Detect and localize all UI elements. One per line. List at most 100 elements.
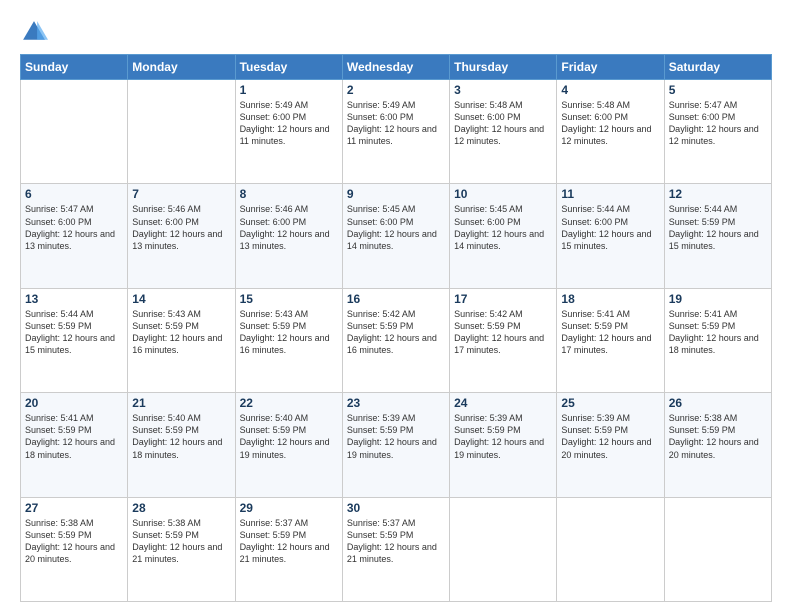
day-number: 8 [240, 187, 338, 201]
day-number: 13 [25, 292, 123, 306]
day-number: 26 [669, 396, 767, 410]
day-number: 28 [132, 501, 230, 515]
calendar-cell: 19 Sunrise: 5:41 AMSunset: 5:59 PMDayligh… [664, 288, 771, 392]
day-number: 1 [240, 83, 338, 97]
weekday-header-row: SundayMondayTuesdayWednesdayThursdayFrid… [21, 55, 772, 80]
day-number: 11 [561, 187, 659, 201]
weekday-header-thursday: Thursday [450, 55, 557, 80]
day-info: Sunrise: 5:43 AMSunset: 5:59 PMDaylight:… [240, 308, 338, 357]
calendar-cell: 30 Sunrise: 5:37 AMSunset: 5:59 PMDayligh… [342, 497, 449, 601]
day-number: 25 [561, 396, 659, 410]
day-number: 5 [669, 83, 767, 97]
calendar-cell: 6Sunrise: 5:47 AMSunset: 6:00 PMDaylight… [21, 184, 128, 288]
day-info: Sunrise: 5:40 AMSunset: 5:59 PMDaylight:… [240, 412, 338, 461]
day-number: 16 [347, 292, 445, 306]
header [20, 18, 772, 46]
day-info: Sunrise: 5:37 AMSunset: 5:59 PMDaylight:… [347, 517, 445, 566]
calendar-cell: 16 Sunrise: 5:42 AMSunset: 5:59 PMDayligh… [342, 288, 449, 392]
day-number: 20 [25, 396, 123, 410]
day-number: 6 [25, 187, 123, 201]
day-info: Sunrise: 5:38 AMSunset: 5:59 PMDaylight:… [25, 517, 123, 566]
day-info: Sunrise: 5:43 AMSunset: 5:59 PMDaylight:… [132, 308, 230, 357]
day-info: Sunrise: 5:44 AMSunset: 5:59 PMDaylight:… [669, 203, 767, 252]
calendar-week-0: 1 Sunrise: 5:49 AMSunset: 6:00 PMDaylight… [21, 80, 772, 184]
calendar-cell: 12 Sunrise: 5:44 AMSunset: 5:59 PMDayligh… [664, 184, 771, 288]
weekday-header-wednesday: Wednesday [342, 55, 449, 80]
calendar-cell: 3 Sunrise: 5:48 AMSunset: 6:00 PMDaylight… [450, 80, 557, 184]
day-info: Sunrise: 5:41 AMSunset: 5:59 PMDaylight:… [561, 308, 659, 357]
page: SundayMondayTuesdayWednesdayThursdayFrid… [0, 0, 792, 612]
calendar-cell: 5 Sunrise: 5:47 AMSunset: 6:00 PMDaylight… [664, 80, 771, 184]
day-number: 15 [240, 292, 338, 306]
calendar-cell: 8 Sunrise: 5:46 AMSunset: 6:00 PMDaylight… [235, 184, 342, 288]
day-number: 4 [561, 83, 659, 97]
calendar-cell: 29 Sunrise: 5:37 AMSunset: 5:59 PMDayligh… [235, 497, 342, 601]
day-info: Sunrise: 5:48 AMSunset: 6:00 PMDaylight:… [561, 99, 659, 148]
day-info: Sunrise: 5:37 AMSunset: 5:59 PMDaylight:… [240, 517, 338, 566]
calendar-cell: 1 Sunrise: 5:49 AMSunset: 6:00 PMDaylight… [235, 80, 342, 184]
day-info: Sunrise: 5:38 AMSunset: 5:59 PMDaylight:… [669, 412, 767, 461]
calendar-cell: 23 Sunrise: 5:39 AMSunset: 5:59 PMDayligh… [342, 393, 449, 497]
day-info: Sunrise: 5:39 AMSunset: 5:59 PMDaylight:… [347, 412, 445, 461]
day-number: 22 [240, 396, 338, 410]
calendar-cell [21, 80, 128, 184]
calendar-cell [664, 497, 771, 601]
day-info: Sunrise: 5:40 AMSunset: 5:59 PMDaylight:… [132, 412, 230, 461]
day-info: Sunrise: 5:39 AMSunset: 5:59 PMDaylight:… [454, 412, 552, 461]
day-info: Sunrise: 5:46 AMSunset: 6:00 PMDaylight:… [240, 203, 338, 252]
calendar-cell: 25 Sunrise: 5:39 AMSunset: 5:59 PMDayligh… [557, 393, 664, 497]
calendar-cell [450, 497, 557, 601]
day-info: Sunrise: 5:49 AMSunset: 6:00 PMDaylight:… [347, 99, 445, 148]
day-number: 12 [669, 187, 767, 201]
day-info: Sunrise: 5:45 AMSunset: 6:00 PMDaylight:… [454, 203, 552, 252]
day-info: Sunrise: 5:42 AMSunset: 5:59 PMDaylight:… [454, 308, 552, 357]
day-number: 17 [454, 292, 552, 306]
calendar-cell: 27 Sunrise: 5:38 AMSunset: 5:59 PMDayligh… [21, 497, 128, 601]
calendar-cell: 21 Sunrise: 5:40 AMSunset: 5:59 PMDayligh… [128, 393, 235, 497]
calendar-table: SundayMondayTuesdayWednesdayThursdayFrid… [20, 54, 772, 602]
calendar-cell [128, 80, 235, 184]
calendar-week-1: 6Sunrise: 5:47 AMSunset: 6:00 PMDaylight… [21, 184, 772, 288]
calendar-cell: 4 Sunrise: 5:48 AMSunset: 6:00 PMDaylight… [557, 80, 664, 184]
day-number: 3 [454, 83, 552, 97]
calendar-cell: 14 Sunrise: 5:43 AMSunset: 5:59 PMDayligh… [128, 288, 235, 392]
calendar-cell: 2 Sunrise: 5:49 AMSunset: 6:00 PMDaylight… [342, 80, 449, 184]
logo-icon [20, 18, 48, 46]
day-number: 2 [347, 83, 445, 97]
calendar-cell: 9Sunrise: 5:45 AMSunset: 6:00 PMDaylight… [342, 184, 449, 288]
day-info: Sunrise: 5:39 AMSunset: 5:59 PMDaylight:… [561, 412, 659, 461]
day-number: 23 [347, 396, 445, 410]
calendar-cell: 17 Sunrise: 5:42 AMSunset: 5:59 PMDayligh… [450, 288, 557, 392]
day-info: Sunrise: 5:41 AMSunset: 5:59 PMDaylight:… [669, 308, 767, 357]
calendar-cell: 7Sunrise: 5:46 AMSunset: 6:00 PMDaylight… [128, 184, 235, 288]
weekday-header-friday: Friday [557, 55, 664, 80]
day-number: 21 [132, 396, 230, 410]
day-info: Sunrise: 5:46 AMSunset: 6:00 PMDaylight:… [132, 203, 230, 252]
calendar-cell: 20 Sunrise: 5:41 AMSunset: 5:59 PMDayligh… [21, 393, 128, 497]
calendar-cell: 13 Sunrise: 5:44 AMSunset: 5:59 PMDayligh… [21, 288, 128, 392]
day-info: Sunrise: 5:38 AMSunset: 5:59 PMDaylight:… [132, 517, 230, 566]
day-number: 19 [669, 292, 767, 306]
calendar-week-2: 13 Sunrise: 5:44 AMSunset: 5:59 PMDayligh… [21, 288, 772, 392]
day-number: 27 [25, 501, 123, 515]
calendar-cell: 15 Sunrise: 5:43 AMSunset: 5:59 PMDayligh… [235, 288, 342, 392]
calendar-cell: 10 Sunrise: 5:45 AMSunset: 6:00 PMDayligh… [450, 184, 557, 288]
day-info: Sunrise: 5:49 AMSunset: 6:00 PMDaylight:… [240, 99, 338, 148]
calendar-cell: 24 Sunrise: 5:39 AMSunset: 5:59 PMDayligh… [450, 393, 557, 497]
weekday-header-monday: Monday [128, 55, 235, 80]
day-number: 30 [347, 501, 445, 515]
day-info: Sunrise: 5:41 AMSunset: 5:59 PMDaylight:… [25, 412, 123, 461]
day-number: 10 [454, 187, 552, 201]
calendar-cell: 28 Sunrise: 5:38 AMSunset: 5:59 PMDayligh… [128, 497, 235, 601]
calendar-cell: 22 Sunrise: 5:40 AMSunset: 5:59 PMDayligh… [235, 393, 342, 497]
calendar-cell: 18 Sunrise: 5:41 AMSunset: 5:59 PMDayligh… [557, 288, 664, 392]
day-info: Sunrise: 5:42 AMSunset: 5:59 PMDaylight:… [347, 308, 445, 357]
day-number: 14 [132, 292, 230, 306]
day-number: 18 [561, 292, 659, 306]
day-number: 24 [454, 396, 552, 410]
day-info: Sunrise: 5:44 AMSunset: 5:59 PMDaylight:… [25, 308, 123, 357]
calendar-cell: 26 Sunrise: 5:38 AMSunset: 5:59 PMDayligh… [664, 393, 771, 497]
day-info: Sunrise: 5:48 AMSunset: 6:00 PMDaylight:… [454, 99, 552, 148]
day-number: 29 [240, 501, 338, 515]
day-info: Sunrise: 5:47 AMSunset: 6:00 PMDaylight:… [669, 99, 767, 148]
